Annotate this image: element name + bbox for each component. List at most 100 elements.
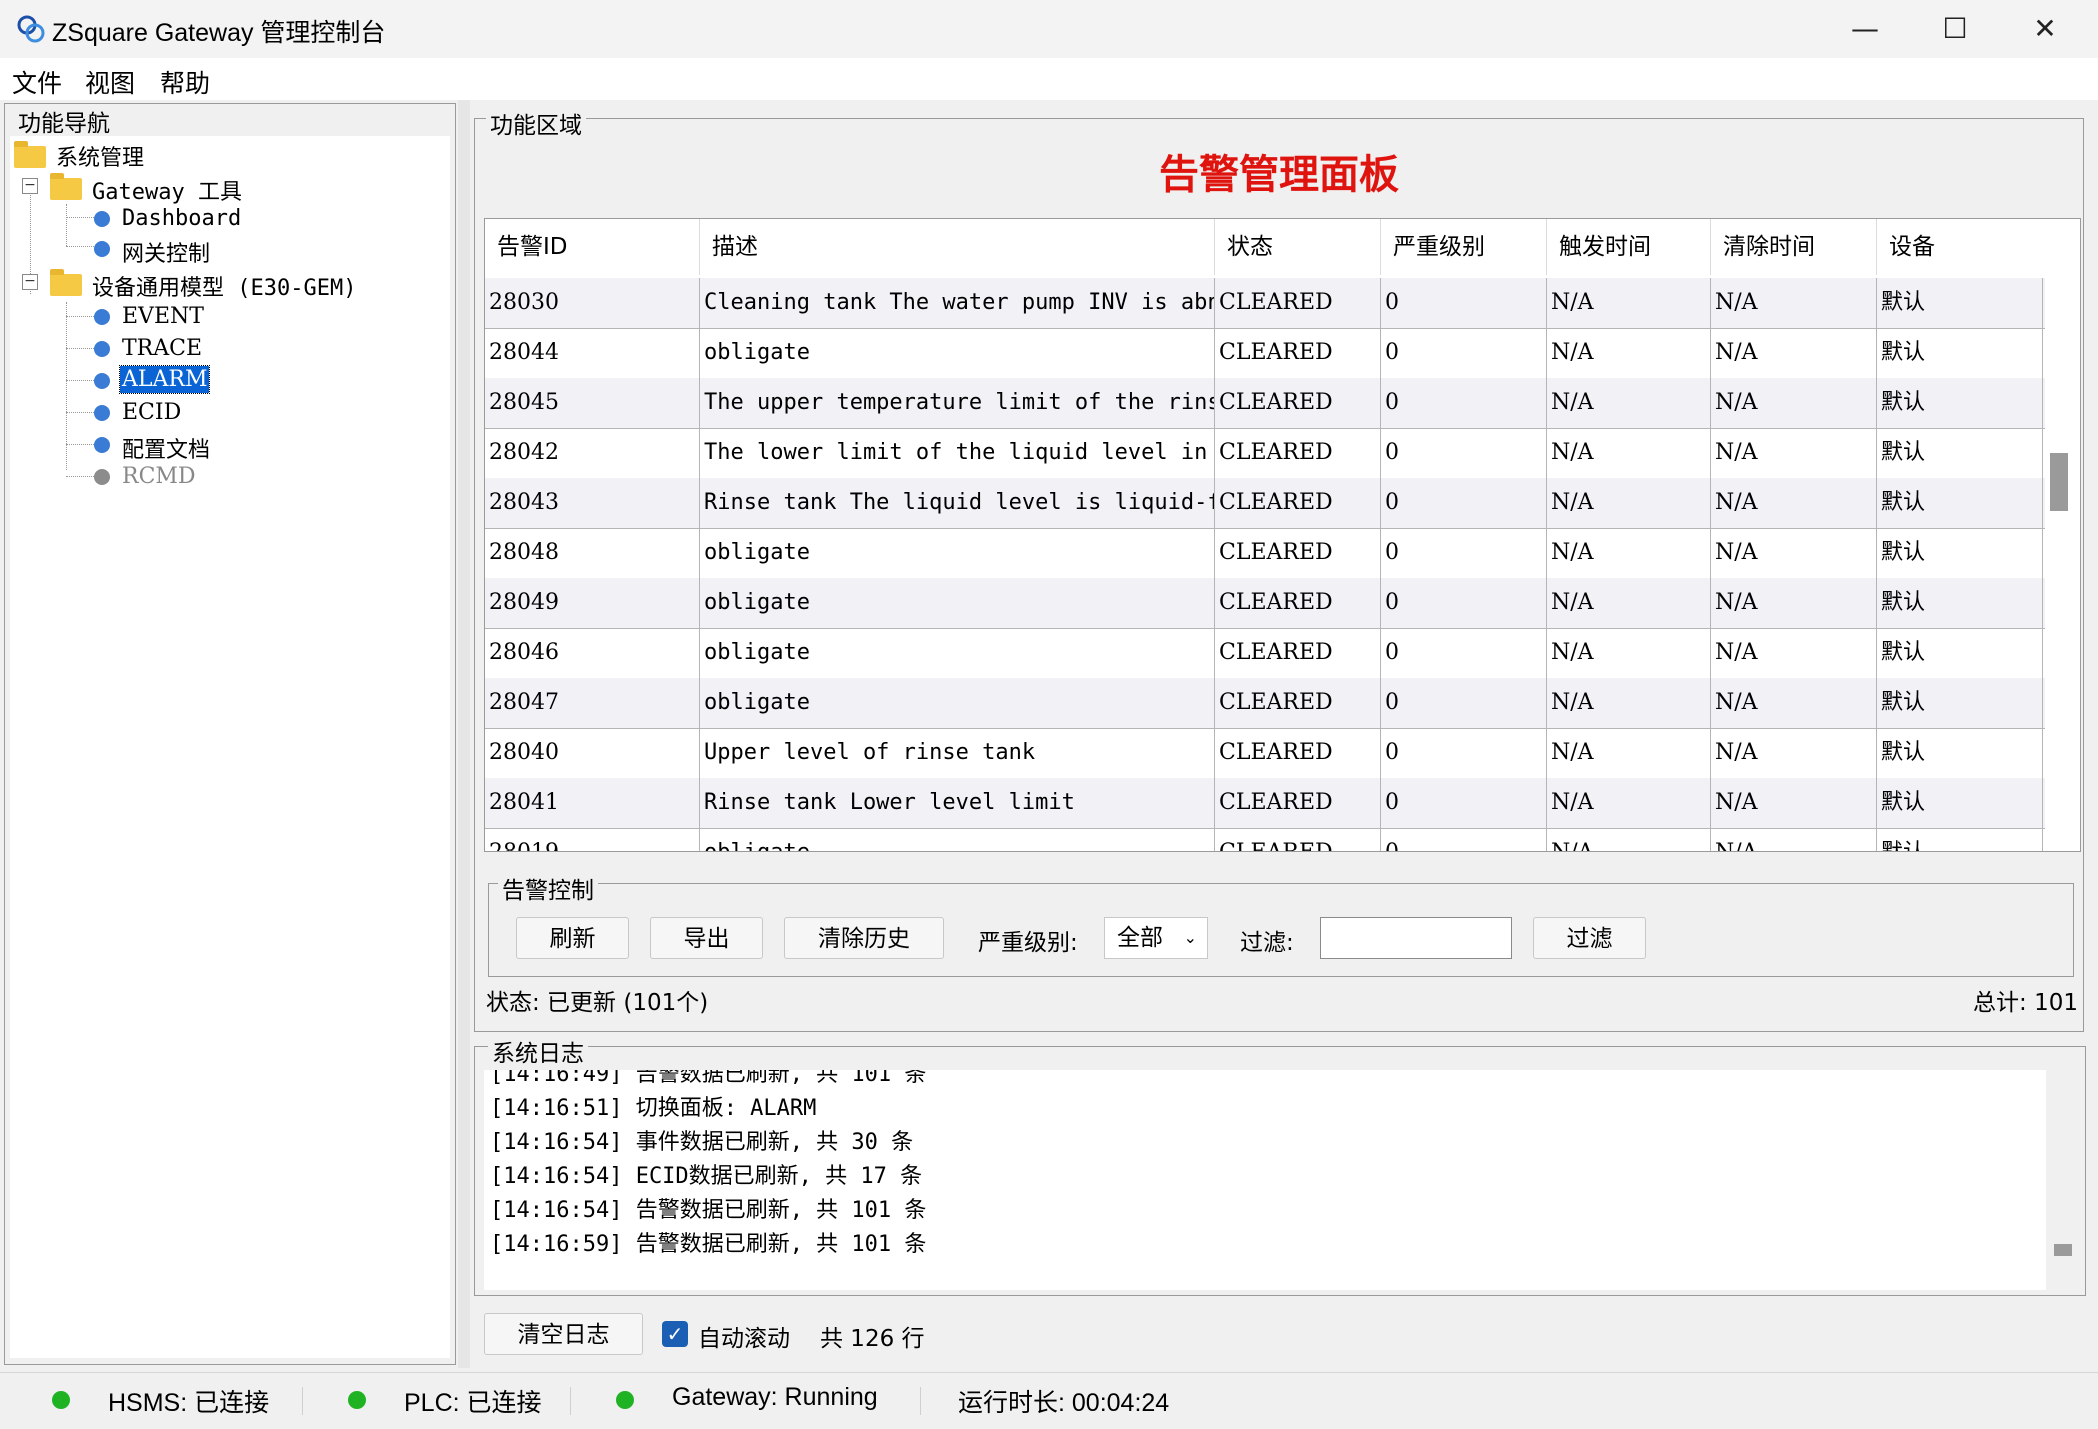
cell-trigger-time: N/A <box>1547 628 1711 678</box>
app-logo-icon <box>17 15 45 43</box>
clear-history-button[interactable]: 清除历史 <box>784 917 944 959</box>
log-line: [14:16:54] 事件数据已刷新, 共 30 条 <box>490 1130 914 1155</box>
table-row[interactable]: 28042 The lower limit of the liquid level… <box>485 428 2045 479</box>
severity-label: 严重级别: <box>978 930 1078 956</box>
nav-panel-title: 功能导航 <box>14 104 114 138</box>
title-bar: ZSquare Gateway 管理控制台 — ☐ ✕ <box>0 0 2098 58</box>
menu-file[interactable]: 文件 <box>12 64 62 100</box>
cell-severity: 0 <box>1381 778 1547 828</box>
cell-status: CLEARED <box>1215 728 1381 778</box>
cell-device: 默认 <box>1877 628 2043 678</box>
alarm-table[interactable]: 告警ID 描述 状态 严重级别 触发时间 清除时间 设备 28030 Cleani… <box>484 218 2081 852</box>
tree-label: 配置文档 <box>122 438 211 463</box>
cell-trigger-time: N/A <box>1547 578 1711 628</box>
gateway-status: Gateway: Running <box>672 1383 878 1411</box>
table-row[interactable]: 28030 Cleaning tank The water pump INV is… <box>485 278 2045 329</box>
table-row[interactable]: 28049 obligate CLEARED 0 N/A N/A 默认 <box>485 578 2045 629</box>
cell-status: CLEARED <box>1215 478 1381 528</box>
column-header-severity[interactable]: 严重级别 <box>1381 219 1547 275</box>
table-row[interactable]: 28040 Upper level of rinse tank CLEARED 0 N/… <box>485 728 2045 779</box>
cell-severity: 0 <box>1381 478 1547 528</box>
cell-alarm-id: 28040 <box>485 728 700 778</box>
autoscroll-label[interactable]: 自动滚动 <box>698 1319 790 1353</box>
alarm-control-title: 告警控制 <box>498 871 598 905</box>
column-header-alarm-id[interactable]: 告警ID <box>485 219 700 275</box>
cell-device: 默认 <box>1877 428 2043 478</box>
collapse-gateway-icon[interactable]: − <box>22 178 38 194</box>
cell-severity: 0 <box>1381 428 1547 478</box>
table-row[interactable]: 28046 obligate CLEARED 0 N/A N/A 默认 <box>485 628 2045 679</box>
column-header-status[interactable]: 状态 <box>1215 219 1381 275</box>
close-button[interactable]: ✕ <box>2000 0 2090 58</box>
table-row[interactable]: 28019obligateCLEARED0N/AN/A默认 <box>485 828 2045 851</box>
tree-label: 设备通用模型 (E30-GEM) <box>92 276 357 301</box>
table-status-text: 状态: 已更新 (101个) <box>486 990 709 1016</box>
log-line: [14:16:51] 切换面板: ALARM <box>490 1096 817 1121</box>
cell-status: CLEARED <box>1215 328 1381 378</box>
cell-trigger-time: N/A <box>1547 528 1711 578</box>
cell-device: 默认 <box>1877 328 2043 378</box>
refresh-button[interactable]: 刷新 <box>516 917 629 959</box>
plc-status-led-icon <box>348 1391 366 1409</box>
cell-trigger-time: N/A <box>1547 378 1711 428</box>
tree-label: 系统管理 <box>56 146 145 171</box>
maximize-button[interactable]: ☐ <box>1910 0 2000 58</box>
folder-icon <box>50 173 82 200</box>
table-row[interactable]: 28041 Rinse tank Lower level limit CLEARED… <box>485 778 2045 829</box>
panel-splitter[interactable] <box>458 100 470 1368</box>
log-output[interactable]: [14:16:49] 告警数据已刷新, 共 101 条 [14:16:51] 切换… <box>484 1070 2046 1290</box>
autoscroll-checkbox[interactable]: ✓ <box>662 1321 688 1347</box>
cell-description: Cleaning tank The water pump INV is abn.… <box>700 278 1215 328</box>
menu-view[interactable]: 视图 <box>85 64 135 100</box>
table-row[interactable]: 28047 obligate CLEARED 0 N/A N/A 默认 <box>485 678 2045 729</box>
tree-label: RCMD <box>122 464 196 489</box>
minimize-button[interactable]: — <box>1820 0 1910 58</box>
column-header-description[interactable]: 描述 <box>700 219 1215 275</box>
folder-icon <box>50 269 82 296</box>
table-row[interactable]: 28048 obligate CLEARED 0 N/A N/A 默认 <box>485 528 2045 579</box>
log-line: [14:16:54] ECID数据已刷新, 共 17 条 <box>490 1164 923 1189</box>
menu-bar: 文件 视图 帮助 <box>0 58 2098 100</box>
column-header-clear-time[interactable]: 清除时间 <box>1711 219 1877 275</box>
table-scrollbar-thumb[interactable] <box>2050 453 2068 511</box>
node-bullet-disabled-icon <box>94 469 110 485</box>
cell-clear-time: N/A <box>1711 728 1877 778</box>
filter-label: 过滤: <box>1240 930 1294 956</box>
column-header-device[interactable]: 设备 <box>1877 219 2043 275</box>
table-row[interactable]: 28045 The upper temperature limit of the … <box>485 378 2045 429</box>
cell-status: CLEARED <box>1215 578 1381 628</box>
cell-alarm-id: 28042 <box>485 428 700 478</box>
cell-trigger-time: N/A <box>1547 828 1711 851</box>
folder-icon <box>14 141 46 168</box>
cell-status: CLEARED <box>1215 278 1381 328</box>
hsms-status-led-icon <box>52 1391 70 1409</box>
tree-label: EVENT <box>122 304 204 329</box>
log-scrollbar-thumb[interactable] <box>2054 1244 2072 1256</box>
filter-button[interactable]: 过滤 <box>1533 917 1646 959</box>
cell-alarm-id: 28019 <box>485 828 700 851</box>
node-bullet-icon <box>94 309 110 325</box>
nav-tree: 系统管理 − Gateway 工具 Dashboard 网关控制 − 设备通用模… <box>10 136 450 1358</box>
cell-severity: 0 <box>1381 628 1547 678</box>
table-row[interactable]: 28043 Rinse tank The liquid level is liqu… <box>485 478 2045 529</box>
cell-description: Upper level of rinse tank <box>700 728 1215 778</box>
cell-device: 默认 <box>1877 578 2043 628</box>
cell-description: obligate <box>700 678 1215 728</box>
log-line: [14:16:54] 告警数据已刷新, 共 101 条 <box>490 1198 927 1223</box>
cell-severity: 0 <box>1381 378 1547 428</box>
column-header-trigger-time[interactable]: 触发时间 <box>1547 219 1711 275</box>
collapse-model-icon[interactable]: − <box>22 274 38 290</box>
plc-status: PLC: 已连接 <box>404 1389 542 1417</box>
severity-select[interactable]: 全部 ⌄ <box>1104 917 1208 959</box>
status-bar: HSMS: 已连接 PLC: 已连接 Gateway: Running 运行时长… <box>0 1372 2098 1429</box>
table-row[interactable]: 28044 obligate CLEARED 0 N/A N/A 默认 <box>485 328 2045 379</box>
function-area-title: 功能区域 <box>486 106 586 140</box>
menu-help[interactable]: 帮助 <box>160 64 210 100</box>
log-line-count: 共 126 行 <box>820 1326 925 1352</box>
tree-label: Dashboard <box>122 206 242 231</box>
cell-trigger-time: N/A <box>1547 478 1711 528</box>
cell-alarm-id: 28030 <box>485 278 700 328</box>
filter-input[interactable] <box>1320 917 1512 959</box>
export-button[interactable]: 导出 <box>650 917 763 959</box>
clear-log-button[interactable]: 清空日志 <box>484 1313 643 1355</box>
